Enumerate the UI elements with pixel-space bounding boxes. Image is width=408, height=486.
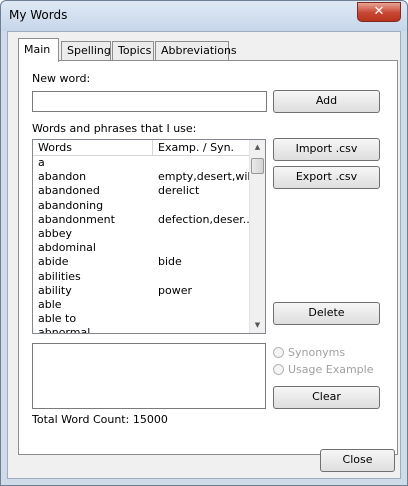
synonyms-radio-label: Synonyms <box>288 346 346 359</box>
listview-body: a abandon empty,desert,wil... abandoned dere… <box>33 156 261 334</box>
list-item[interactable]: abnormal <box>33 326 249 334</box>
listview-scrollbar[interactable]: ▲ ▼ <box>249 140 265 333</box>
list-item[interactable]: abide bide <box>33 255 249 269</box>
synonyms-radio[interactable]: Synonyms <box>273 346 345 359</box>
column-header-examples[interactable]: Examp. / Syn. <box>153 140 249 156</box>
list-item[interactable]: abilities <box>33 270 249 284</box>
tab-main[interactable]: Main <box>18 38 59 62</box>
list-item-example: empty,desert,wil... <box>158 170 261 184</box>
close-button[interactable]: Close <box>320 449 395 472</box>
words-listview[interactable]: Words Examp. / Syn. a abandon empty,desert… <box>32 139 266 334</box>
list-item[interactable]: abandon empty,desert,wil... <box>33 170 261 184</box>
list-item[interactable]: abdominal <box>33 241 249 255</box>
list-item[interactable]: abbey <box>33 227 249 241</box>
list-item-example: defection,deser... <box>158 212 254 226</box>
add-button[interactable]: Add <box>273 90 380 113</box>
list-item-word: abnormal <box>38 326 91 334</box>
import-csv-button[interactable]: Import .csv <box>273 138 380 161</box>
new-word-input[interactable] <box>32 91 267 112</box>
synonyms-radio-icon <box>273 347 284 358</box>
list-item-word: abandonment <box>38 212 115 226</box>
list-item-word: abandoned <box>38 184 100 198</box>
list-item-example: derelict <box>158 184 200 198</box>
tab-topics[interactable]: Topics <box>112 41 154 61</box>
word-list-label: Words and phrases that I use: <box>32 122 197 135</box>
list-item-word: abdominal <box>38 241 96 255</box>
total-word-count: Total Word Count: 15000 <box>32 413 168 426</box>
listview-header: Words Examp. / Syn. <box>33 140 249 156</box>
list-item-word: ability <box>38 283 72 297</box>
list-item[interactable]: ability power <box>33 284 249 298</box>
list-item[interactable]: able <box>33 298 249 312</box>
usage-example-radio[interactable]: Usage Example <box>273 363 374 376</box>
title-bar: My Words ✕ <box>1 1 407 31</box>
main-tab-panel: New word: Add Words and phrases that I u… <box>18 60 398 455</box>
example-textarea[interactable] <box>32 343 266 409</box>
clear-button[interactable]: Clear <box>273 386 380 409</box>
new-word-label: New word: <box>32 72 91 85</box>
scroll-down-icon[interactable]: ▼ <box>250 318 265 333</box>
delete-button[interactable]: Delete <box>273 302 380 325</box>
client-area: Main Spelling Topics Abbreviations New w… <box>7 31 401 479</box>
list-item-word: abbey <box>38 226 72 240</box>
export-csv-button[interactable]: Export .csv <box>273 166 380 189</box>
list-item[interactable]: abandoning <box>33 199 249 213</box>
list-item-word: abandoning <box>38 198 104 212</box>
tab-abbreviations[interactable]: Abbreviations <box>155 41 237 61</box>
list-item[interactable]: abandoned derelict <box>33 184 249 198</box>
scroll-thumb[interactable] <box>251 158 264 174</box>
list-item[interactable]: a <box>33 156 249 170</box>
column-header-words[interactable]: Words <box>33 140 153 156</box>
usage-example-radio-icon <box>273 364 284 375</box>
list-item-example: bide <box>158 255 182 269</box>
list-item-word: abide <box>38 255 69 269</box>
list-item[interactable]: abandonment defection,deser... <box>33 212 253 227</box>
list-item-word: abilities <box>38 269 81 283</box>
list-item-example: power <box>158 283 192 297</box>
scroll-up-icon[interactable]: ▲ <box>250 140 265 155</box>
list-item-word: abandon <box>38 170 87 184</box>
list-item-word: able <box>38 297 62 311</box>
usage-example-radio-label: Usage Example <box>288 363 374 376</box>
my-words-window: My Words ✕ Main Spelling Topics Abbrevia… <box>0 0 408 486</box>
list-item[interactable]: able to <box>33 312 249 326</box>
list-item-word: able to <box>38 312 77 326</box>
window-close-icon[interactable]: ✕ <box>357 2 401 22</box>
window-title: My Words <box>9 8 68 22</box>
tab-spelling[interactable]: Spelling <box>61 41 111 61</box>
list-item-word: a <box>38 156 45 169</box>
